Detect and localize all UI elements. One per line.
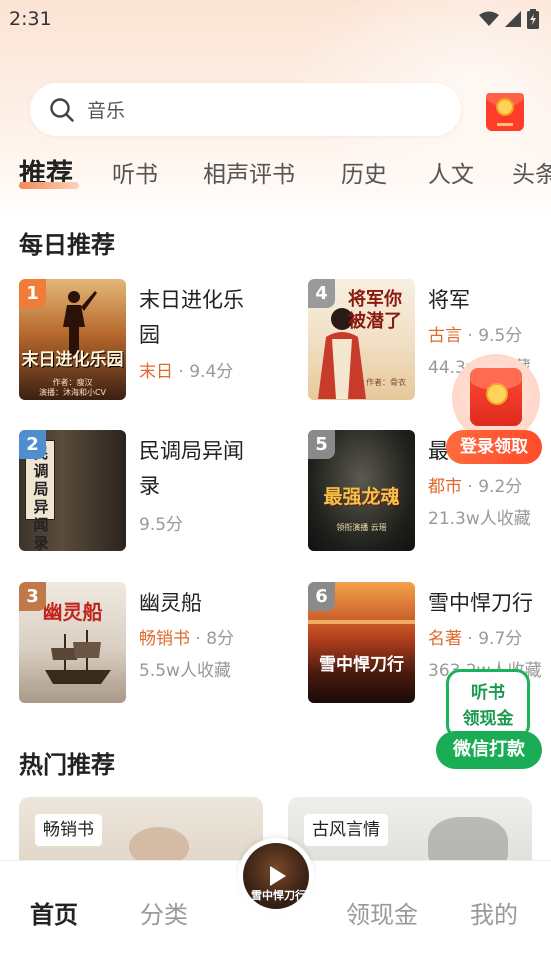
search-icon xyxy=(50,97,74,122)
tab-audiobooks[interactable]: 听书 xyxy=(112,152,158,198)
book-title: 幽灵船 xyxy=(139,591,202,615)
nav-home[interactable]: 首页 xyxy=(30,895,78,930)
coin-icon xyxy=(486,383,508,405)
section-title-hot: 热门推荐 xyxy=(19,751,115,779)
rank-badge: 6 xyxy=(308,582,335,611)
player-button[interactable]: 雪中悍刀行 xyxy=(238,838,314,914)
book-tag: 畅销书 xyxy=(139,629,190,649)
search-placeholder: 音乐 xyxy=(87,100,126,122)
book-card[interactable]: 幽灵船 3 幽灵船 畅销书 · 8分 5.5w人收藏 xyxy=(19,582,279,707)
cover-author: 领衔演播 云瑶 xyxy=(336,523,387,532)
book-title: 将军 xyxy=(428,288,470,312)
status-time: 2:31 xyxy=(9,8,52,30)
book-tag: 末日 xyxy=(139,362,173,382)
book-cover: 将军你被潜了 作者：骨衣 4 xyxy=(308,279,415,400)
book-cover: 雪中悍刀行 6 xyxy=(308,582,415,703)
rank-badge: 2 xyxy=(19,430,46,459)
book-title: 末日进化乐园 xyxy=(139,288,244,347)
player-mini-title: 雪中悍刀行 xyxy=(251,889,306,902)
cover-horizon xyxy=(308,620,415,624)
tab-headlines[interactable]: 头条 xyxy=(512,152,551,198)
signal-icon xyxy=(505,11,521,27)
search-bar[interactable]: 音乐 xyxy=(30,83,461,136)
book-cover: 民调局 异闻录 2 xyxy=(19,430,126,551)
cover-text: 末日进化乐园 xyxy=(21,350,124,370)
book-score: 8分 xyxy=(206,629,235,649)
book-stat: 21.3w人收藏 xyxy=(428,509,531,529)
category-tabs: 推荐 听书 相声评书 历史 人文 头条 xyxy=(0,152,551,202)
book-score: 9.5分 xyxy=(478,326,523,346)
tab-recommend[interactable]: 推荐 xyxy=(19,152,73,198)
cover-reader: 演播：沐海和小CV xyxy=(38,388,107,397)
cover-text: 民调局 异闻录 xyxy=(33,444,49,551)
hot-card-tag: 畅销书 xyxy=(35,814,102,846)
book-cover: 最强龙魂 领衔演播 云瑶 5 xyxy=(308,430,415,551)
status-icons xyxy=(479,9,539,29)
nav-cash[interactable]: 领现金 xyxy=(346,895,418,930)
rank-badge: 5 xyxy=(308,430,335,459)
book-meta: 都市 · 9.2分 xyxy=(428,477,523,497)
rank-badge: 1 xyxy=(19,279,46,308)
book-meta: 古言 · 9.5分 xyxy=(428,326,523,346)
tab-humanities[interactable]: 人文 xyxy=(428,152,474,198)
book-cover: 末日进化乐园 作者：瘦汉 演播：沐海和小CV 1 xyxy=(19,279,126,400)
wechat-pay-button: 微信打款 xyxy=(436,731,542,769)
status-bar: 2:31 xyxy=(0,0,551,40)
listen-cash-widget[interactable]: 听书 领现金 微信打款 xyxy=(436,669,542,771)
book-meta: 名著 · 9.7分 xyxy=(428,629,523,649)
login-reward-label: 登录领取 xyxy=(446,430,542,464)
tab-active-indicator xyxy=(19,182,79,189)
book-cover: 幽灵船 3 xyxy=(19,582,126,703)
book-tag: 名著 xyxy=(428,629,462,649)
cover-text: 雪中悍刀行 xyxy=(319,655,404,675)
book-score: 9.4分 xyxy=(189,362,234,382)
listen-line1: 听书 xyxy=(471,683,505,703)
cover-text: 最强龙魂 xyxy=(323,486,400,508)
tab-history[interactable]: 历史 xyxy=(341,152,387,198)
login-reward-widget[interactable]: 登录领取 xyxy=(446,354,542,464)
listen-cash-box: 听书 领现金 xyxy=(446,669,530,739)
book-card[interactable]: 民调局 异闻录 2 民调局异闻录 9.5分 xyxy=(19,430,279,555)
book-score: 9.5分 xyxy=(139,515,184,535)
book-score: 9.7分 xyxy=(478,629,523,649)
nav-profile[interactable]: 我的 xyxy=(470,895,518,930)
book-meta: 末日 · 9.4分 xyxy=(139,362,234,382)
listen-line2: 领现金 xyxy=(462,709,514,729)
book-stat: 5.5w人收藏 xyxy=(139,661,231,681)
cover-text: 将军你被潜了 xyxy=(348,289,402,332)
wifi-icon xyxy=(479,11,499,26)
cover-author: 作者：骨衣 xyxy=(366,378,406,387)
book-title: 民调局异闻录 xyxy=(139,439,244,498)
red-packet-icon[interactable] xyxy=(482,87,528,135)
section-title-daily: 每日推荐 xyxy=(19,231,115,259)
nav-categories[interactable]: 分类 xyxy=(140,895,188,930)
book-card[interactable]: 末日进化乐园 作者：瘦汉 演播：沐海和小CV 1 末日进化乐园 末日 · 9.4… xyxy=(19,279,279,404)
book-tag: 古言 xyxy=(428,326,462,346)
rank-badge: 3 xyxy=(19,582,46,611)
book-tag: 都市 xyxy=(428,477,462,497)
book-score: 9.2分 xyxy=(478,477,523,497)
player-cover: 雪中悍刀行 xyxy=(243,843,309,909)
ship-icon xyxy=(45,630,111,684)
hot-card-tag: 古风言情 xyxy=(304,814,388,846)
tab-crosstalk[interactable]: 相声评书 xyxy=(203,152,295,198)
rank-badge: 4 xyxy=(308,279,335,308)
book-title: 雪中悍刀行 xyxy=(428,591,533,615)
play-icon xyxy=(270,866,286,886)
battery-icon xyxy=(527,9,539,29)
book-meta: 畅销书 · 8分 xyxy=(139,629,235,649)
